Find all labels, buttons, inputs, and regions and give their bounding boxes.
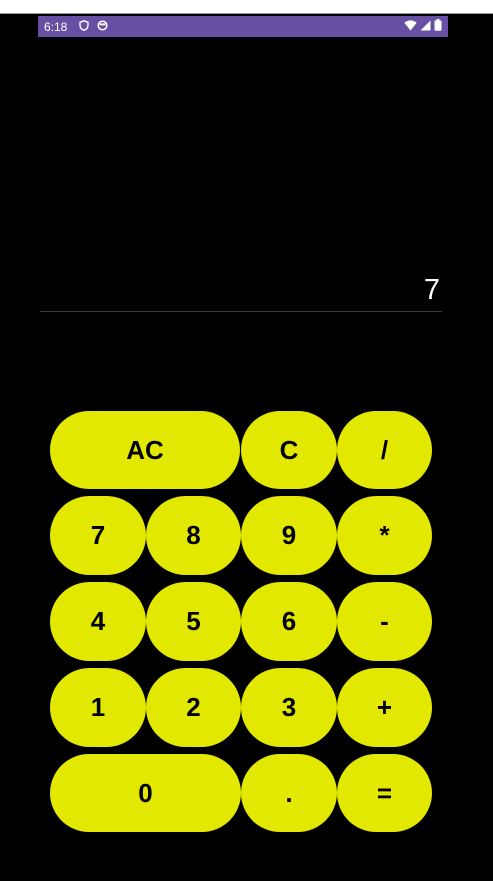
divide-button[interactable]: / (337, 411, 432, 489)
status-time: 6:18 (44, 19, 68, 34)
digit-1-button[interactable]: 1 (50, 668, 146, 747)
display-divider (40, 311, 442, 312)
status-bar: 6:18 (38, 16, 448, 37)
notification-icon (97, 19, 108, 34)
digit-6-button[interactable]: 6 (241, 582, 337, 661)
digit-4-button[interactable]: 4 (50, 582, 146, 661)
clear-all-button[interactable]: AC (50, 411, 240, 489)
plus-button[interactable]: + (337, 668, 432, 747)
signal-icon (420, 20, 431, 34)
digit-5-button[interactable]: 5 (146, 582, 241, 661)
digit-7-button[interactable]: 7 (50, 496, 146, 575)
digit-3-button[interactable]: 3 (241, 668, 337, 747)
minus-button[interactable]: - (337, 582, 432, 661)
wifi-icon (404, 19, 417, 34)
battery-icon (434, 19, 442, 34)
clear-button[interactable]: C (241, 411, 337, 489)
multiply-button[interactable]: * (337, 496, 432, 575)
result-display: 7 (423, 274, 440, 306)
calculator-screen: 6:18 7 AC C / 7 8 9 * 4 5 6 - 1 2 3 + 0 … (0, 14, 493, 881)
decimal-point-button[interactable]: . (241, 754, 337, 832)
digit-9-button[interactable]: 9 (241, 496, 337, 575)
digit-2-button[interactable]: 2 (146, 668, 241, 747)
digit-0-button[interactable]: 0 (50, 754, 241, 832)
digit-8-button[interactable]: 8 (146, 496, 241, 575)
equals-button[interactable]: = (337, 754, 432, 832)
shield-icon (79, 19, 90, 34)
